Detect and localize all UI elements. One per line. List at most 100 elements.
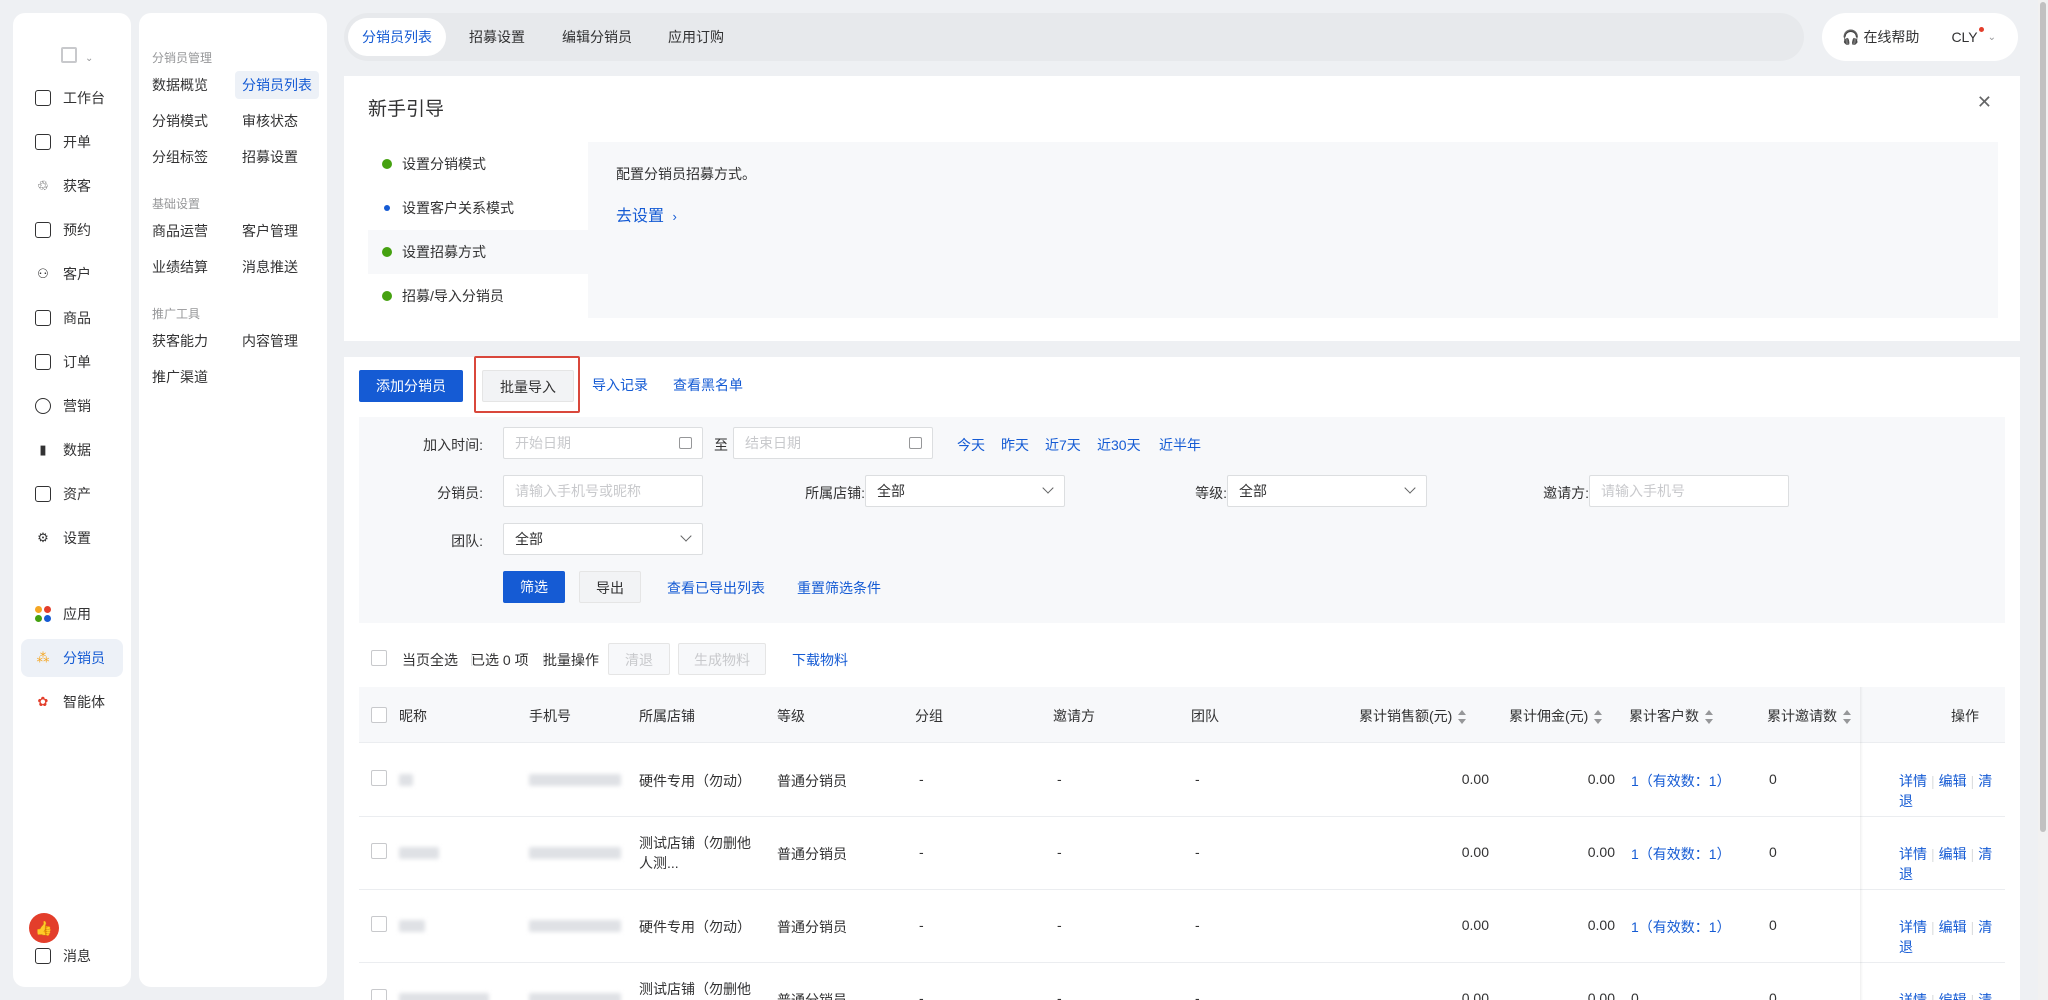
row-checkbox[interactable] <box>371 843 387 859</box>
row-actions: 详情|编辑|清退 <box>1899 917 2005 957</box>
group-cell: - <box>919 844 924 860</box>
go-setting-link[interactable]: 去设置 › <box>616 202 677 226</box>
guide-step-2[interactable]: 设置客户关系模式 <box>368 186 590 230</box>
edit-link[interactable]: 编辑 <box>1939 919 1967 935</box>
col-sales[interactable]: 累计销售额(元) <box>1359 706 1467 726</box>
detail-link[interactable]: 详情 <box>1899 992 1927 1000</box>
user-menu[interactable]: CLY <box>1951 27 1984 45</box>
col-invites[interactable]: 累计邀请数 <box>1767 706 1851 726</box>
nav-item-goods[interactable]: 商品 <box>21 299 123 337</box>
row-checkbox[interactable] <box>371 770 387 786</box>
end-date-input[interactable]: 结束日期 <box>733 427 933 459</box>
tab-app-order[interactable]: 应用订购 <box>654 18 738 56</box>
nav-item-customer[interactable]: ⚇ 客户 <box>21 255 123 293</box>
nav-item-message[interactable]: 消息 <box>21 937 123 975</box>
tab-recruit-settings[interactable]: 招募设置 <box>455 18 539 56</box>
subnav-item-push[interactable]: 消息推送 <box>235 253 305 281</box>
guide-step-3[interactable]: 设置招募方式 <box>368 230 590 274</box>
store-switcher[interactable]: ⌄ <box>61 43 101 73</box>
subnav-item-acquire-ability[interactable]: 获客能力 <box>145 327 215 355</box>
nav-item-order[interactable]: 订单 <box>21 343 123 381</box>
close-icon[interactable]: ✕ <box>1977 92 1992 113</box>
end-date-placeholder: 结束日期 <box>745 435 801 451</box>
selected-count: 已选 0 项 <box>471 652 529 668</box>
table-row: 硬件专用（勿动） 普通分销员 - - - 0.00 0.00 1（有效数：1） … <box>359 744 2005 817</box>
blacklist-link[interactable]: 查看黑名单 <box>673 375 743 395</box>
detail-link[interactable]: 详情 <box>1899 773 1927 789</box>
nav-item-label: 应用 <box>63 606 91 622</box>
chevron-down-icon: ⌄ <box>1987 31 1997 43</box>
detail-link[interactable]: 详情 <box>1899 919 1927 935</box>
reset-filter-link[interactable]: 重置筛选条件 <box>797 578 881 598</box>
batch-clear-button[interactable]: 清退 <box>608 643 670 675</box>
online-help-link[interactable]: 在线帮助 <box>1863 27 1919 47</box>
subnav-item-distributor-list[interactable]: 分销员列表 <box>235 71 319 99</box>
tab-distributor-list[interactable]: 分销员列表 <box>348 18 446 56</box>
edit-link[interactable]: 编辑 <box>1939 773 1967 789</box>
nav-item-distributor[interactable]: ⁂ 分销员 <box>21 639 123 677</box>
subnav-item-customer-mgmt[interactable]: 客户管理 <box>235 217 305 245</box>
divider: | <box>1970 919 1975 935</box>
subnav-item-channel[interactable]: 推广渠道 <box>145 363 215 391</box>
customers-link[interactable]: 1（有效数：1） <box>1631 917 1731 937</box>
nav-item-workbench[interactable]: 工作台 <box>21 79 123 117</box>
generate-material-button[interactable]: 生成物料 <box>678 643 766 675</box>
nav-item-settings[interactable]: ⚙ 设置 <box>21 519 123 557</box>
nickname-blurred <box>399 774 413 786</box>
nav-item-asset[interactable]: 资产 <box>21 475 123 513</box>
customers-link[interactable]: 1（有效数：1） <box>1631 771 1731 791</box>
row-checkbox[interactable] <box>371 989 387 1000</box>
download-material-link[interactable]: 下载物料 <box>792 650 848 670</box>
quick-today[interactable]: 今天 <box>957 435 985 455</box>
subnav-item-mode[interactable]: 分销模式 <box>145 107 215 135</box>
store-select[interactable]: 全部 <box>865 475 1065 507</box>
customers-link[interactable]: 1（有效数：1） <box>1631 844 1731 864</box>
nav-item-appointment[interactable]: 预约 <box>21 211 123 249</box>
quick-7days[interactable]: 近7天 <box>1045 435 1081 455</box>
view-exported-link[interactable]: 查看已导出列表 <box>667 578 765 598</box>
distributor-search-input[interactable]: 请输入手机号或昵称 <box>503 475 703 507</box>
tab-edit-distributor[interactable]: 编辑分销员 <box>548 18 646 56</box>
nav-item-marketing[interactable]: 营销 <box>21 387 123 425</box>
nav-item-apps[interactable]: 应用 <box>21 595 123 633</box>
nickname-blurred <box>399 847 439 859</box>
edit-link[interactable]: 编辑 <box>1939 846 1967 862</box>
start-date-input[interactable]: 开始日期 <box>503 427 703 459</box>
import-record-link[interactable]: 导入记录 <box>592 375 648 395</box>
filter-button[interactable]: 筛选 <box>503 571 565 603</box>
inviter-input[interactable]: 请输入手机号 <box>1589 475 1789 507</box>
nav-item-data[interactable]: ▮ 数据 <box>21 431 123 469</box>
row-checkbox[interactable] <box>371 916 387 932</box>
team-select[interactable]: 全部 <box>503 523 703 555</box>
export-button[interactable]: 导出 <box>579 571 641 603</box>
nav-item-agent[interactable]: ✿ 智能体 <box>21 683 123 721</box>
col-customers[interactable]: 累计客户数 <box>1629 706 1713 726</box>
quick-half-year[interactable]: 近半年 <box>1159 435 1201 455</box>
subnav-item-review[interactable]: 审核状态 <box>235 107 305 135</box>
select-all-checkbox[interactable] <box>371 707 387 723</box>
subnav-item-tags[interactable]: 分组标签 <box>145 143 215 171</box>
nav-item-order-create[interactable]: 开单 <box>21 123 123 161</box>
select-page-checkbox[interactable] <box>371 650 387 666</box>
distributor-icon: ⁂ <box>36 650 50 665</box>
subnav-item-goods-ops[interactable]: 商品运营 <box>145 217 215 245</box>
level-select[interactable]: 全部 <box>1227 475 1427 507</box>
subnav-item-content[interactable]: 内容管理 <box>235 327 305 355</box>
guide-step-4[interactable]: 招募/导入分销员 <box>368 274 590 318</box>
team-cell: - <box>1195 771 1200 787</box>
col-commission[interactable]: 累计佣金(元) <box>1509 706 1603 726</box>
edit-link[interactable]: 编辑 <box>1939 992 1967 1000</box>
scrollbar-thumb[interactable] <box>2040 2 2046 832</box>
subnav-item-settlement[interactable]: 业绩结算 <box>145 253 215 281</box>
subnav-item-overview[interactable]: 数据概览 <box>145 71 215 99</box>
detail-link[interactable]: 详情 <box>1899 846 1927 862</box>
chevron-down-icon <box>680 530 692 542</box>
nav-item-acquire[interactable]: ♲ 获客 <box>21 167 123 205</box>
quick-yesterday[interactable]: 昨天 <box>1001 435 1029 455</box>
guide-step-1[interactable]: 设置分销模式 <box>368 142 590 186</box>
quick-30days[interactable]: 近30天 <box>1097 435 1141 455</box>
subnav-item-recruit[interactable]: 招募设置 <box>235 143 305 171</box>
col-group: 分组 <box>915 708 943 724</box>
add-distributor-button[interactable]: 添加分销员 <box>359 370 463 402</box>
store-cell: 硬件专用（勿动） <box>639 919 751 935</box>
